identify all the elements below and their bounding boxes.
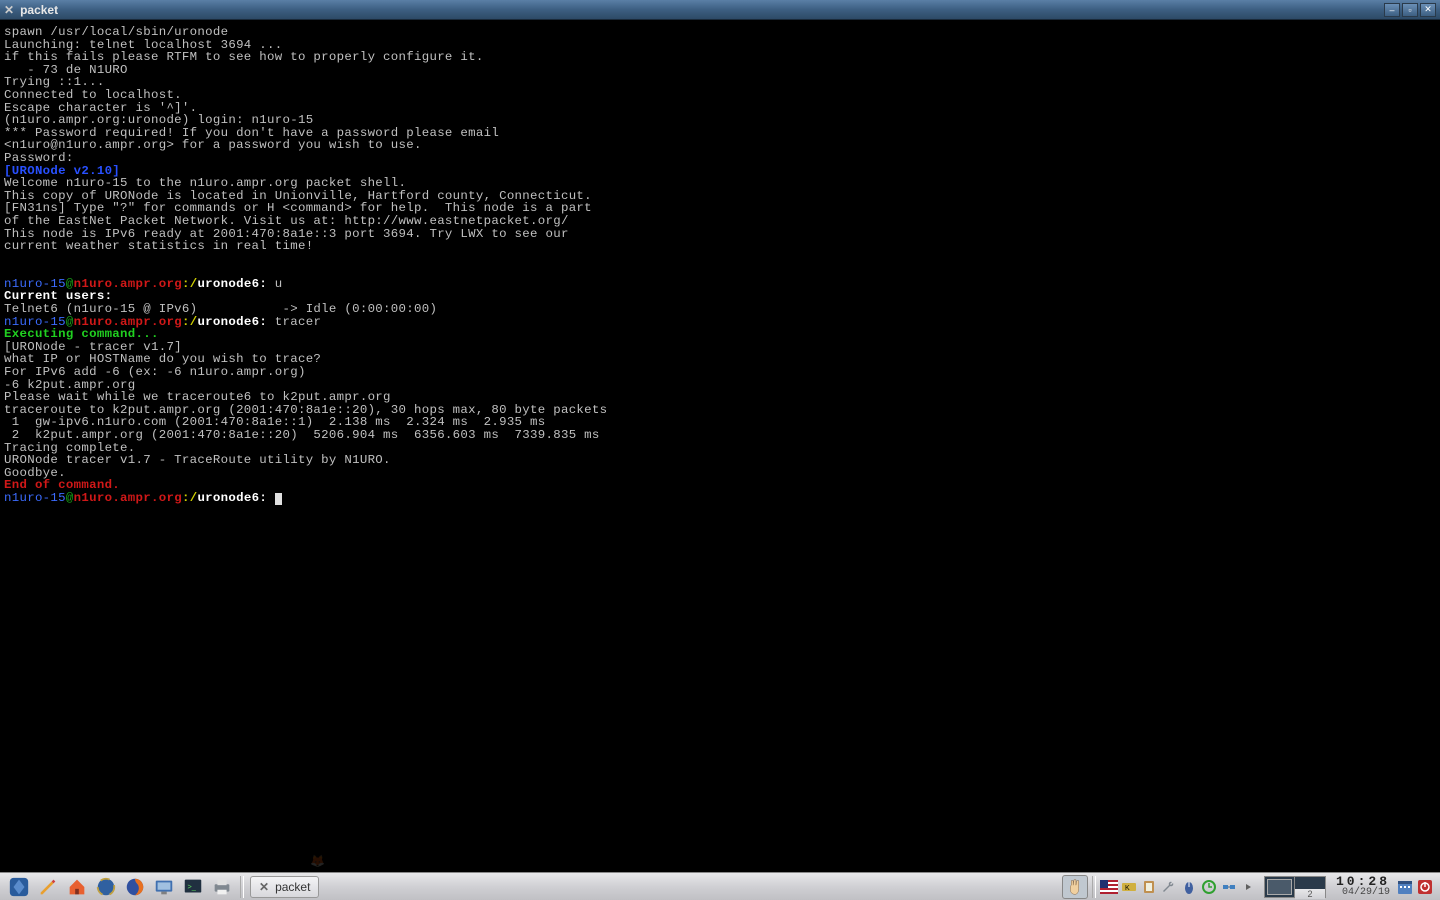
desktop-pager[interactable]: 2 xyxy=(1264,876,1326,898)
terminal-output[interactable]: spawn /usr/local/sbin/uronodeLaunching: … xyxy=(0,20,1440,872)
terminal-line: if this fails please RTFM to see how to … xyxy=(4,51,1436,64)
task-label: packet xyxy=(275,880,310,894)
konqueror-launcher[interactable] xyxy=(93,875,119,899)
firefox-icon xyxy=(124,876,146,898)
pencil-icon xyxy=(37,876,59,898)
terminal-line: n1uro-15@n1uro.ampr.org:/uronode6: xyxy=(4,492,1436,505)
terminal-line: URONode tracer v1.7 - TraceRoute utility… xyxy=(4,454,1436,467)
terminal-line: 2 k2put.ampr.org (2001:470:8a1e::20) 520… xyxy=(4,429,1436,442)
keyboard-icon: K xyxy=(1121,879,1137,895)
desktop-icon xyxy=(153,876,175,898)
window-title: packet xyxy=(20,3,1384,17)
pan-tool-button[interactable] xyxy=(1062,875,1088,899)
firefox-icon: 🦊 xyxy=(310,854,325,868)
clock-date: 04/29/19 xyxy=(1342,887,1390,898)
taskbar-tasks: ✕ packet xyxy=(246,876,1062,898)
settings-indicator[interactable] xyxy=(1160,878,1178,896)
show-desktop-button[interactable] xyxy=(35,875,61,899)
terminal-line: Executing command... xyxy=(4,328,1436,341)
calendar-icon xyxy=(1396,878,1414,896)
terminal-line: n1uro-15@n1uro.ampr.org:/uronode6: u xyxy=(4,278,1436,291)
terminal-line: For IPv6 add -6 (ex: -6 n1uro.ampr.org) xyxy=(4,366,1436,379)
terminal-line: <n1uro@n1uro.ampr.org> for a password yo… xyxy=(4,139,1436,152)
firefox-launcher[interactable] xyxy=(122,875,148,899)
terminal-line xyxy=(4,253,1436,266)
terminal-line: Trying ::1... xyxy=(4,76,1436,89)
desktop-2[interactable]: 2 xyxy=(1295,877,1325,897)
terminal-text: n1uro-15 xyxy=(4,491,66,505)
terminal-text: current weather statistics in real time! xyxy=(4,239,313,253)
maximize-button[interactable]: ▫ xyxy=(1402,3,1418,17)
app-menu-button[interactable] xyxy=(6,875,32,899)
task-button-packet[interactable]: ✕ packet xyxy=(250,876,319,898)
close-button[interactable]: ✕ xyxy=(1420,3,1436,17)
wrench-icon xyxy=(1161,879,1177,895)
terminal-icon: >_ xyxy=(182,876,204,898)
terminal-line: Goodbye. xyxy=(4,467,1436,480)
desktop-count-label: 2 xyxy=(1295,889,1325,899)
taskbar-divider xyxy=(240,876,244,898)
terminal-text: uronode6: xyxy=(197,277,274,291)
power-icon xyxy=(1416,878,1434,896)
update-icon xyxy=(1201,879,1217,895)
calendar-button[interactable] xyxy=(1396,878,1414,896)
keyboard-indicator[interactable]: K xyxy=(1120,878,1138,896)
taskbar-divider xyxy=(1092,876,1096,898)
usflag-icon xyxy=(1100,880,1118,894)
clipboard-icon xyxy=(1141,879,1157,895)
globe-icon xyxy=(95,876,117,898)
mouse-indicator[interactable] xyxy=(1180,878,1198,896)
pan-hand-icon xyxy=(1064,876,1086,898)
terminal-cursor xyxy=(275,493,282,505)
minimize-button[interactable]: – xyxy=(1384,3,1400,17)
window-titlebar: ✕ packet – ▫ ✕ xyxy=(0,0,1440,20)
terminal-line: - 73 de N1URO xyxy=(4,64,1436,77)
taskbar: >_ ✕ packet K xyxy=(0,872,1440,900)
system-launcher[interactable] xyxy=(151,875,177,899)
terminal-line: n1uro-15@n1uro.ampr.org:/uronode6: trace… xyxy=(4,316,1436,329)
logout-button[interactable] xyxy=(1416,878,1434,896)
arrow-icon xyxy=(1244,879,1254,895)
window-controls: – ▫ ✕ xyxy=(1384,3,1436,17)
terminal-text: @ xyxy=(66,491,74,505)
trinity-menu-icon xyxy=(8,876,30,898)
background-window-fragment: 🦊 xyxy=(310,850,480,872)
update-indicator[interactable] xyxy=(1200,878,1218,896)
terminal-line: current weather statistics in real time! xyxy=(4,240,1436,253)
network-icon xyxy=(1221,879,1237,895)
printer-icon xyxy=(211,876,233,898)
konsole-launcher[interactable]: >_ xyxy=(180,875,206,899)
terminal-text: u xyxy=(275,277,283,291)
x-logo-icon: ✕ xyxy=(4,3,14,17)
clock[interactable]: 10:28 04/29/19 xyxy=(1336,876,1390,898)
desktop-1[interactable] xyxy=(1265,877,1295,897)
printer-launcher[interactable] xyxy=(209,875,235,899)
x-logo-icon: ✕ xyxy=(259,880,269,894)
terminal-line: Password: xyxy=(4,152,1436,165)
clipboard-indicator[interactable] xyxy=(1140,878,1158,896)
tray-expand[interactable] xyxy=(1240,878,1258,896)
taskbar-launchers: >_ xyxy=(2,875,246,899)
svg-text:K: K xyxy=(1125,885,1130,892)
terminal-text: :/ xyxy=(182,491,197,505)
terminal-text: n1uro.ampr.org xyxy=(74,491,182,505)
home-launcher[interactable] xyxy=(64,875,90,899)
terminal-text: tracer xyxy=(275,315,321,329)
svg-text:>_: >_ xyxy=(188,881,197,890)
terminal-text: :/ xyxy=(182,277,197,291)
terminal-line: Connected to localhost. xyxy=(4,89,1436,102)
terminal-text: :/ xyxy=(182,315,197,329)
clock-time: 10:28 xyxy=(1336,876,1390,887)
taskbar-tray: K 2 10:28 04/29/19 xyxy=(1062,875,1438,899)
terminal-text: uronode6: xyxy=(197,491,274,505)
terminal-text: uronode6: xyxy=(197,315,274,329)
locale-indicator[interactable] xyxy=(1100,878,1118,896)
home-icon xyxy=(66,876,88,898)
mouse-icon xyxy=(1181,879,1197,895)
network-indicator[interactable] xyxy=(1220,878,1238,896)
